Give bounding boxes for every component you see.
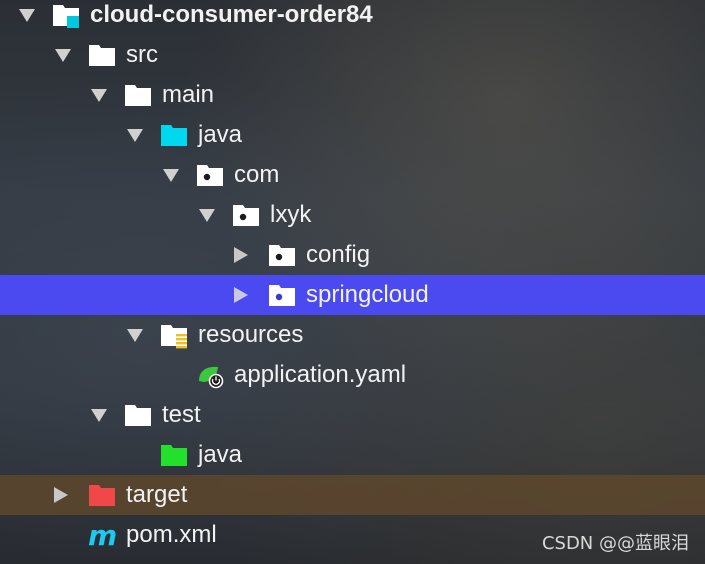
folder-icon [89,45,115,66]
collapsed-arrow-icon[interactable] [232,246,250,264]
tree-row-lxyk[interactable]: lxyk [0,195,705,235]
pom-xml-label: pom.xml [126,521,217,548]
tree-row-config[interactable]: config [0,235,705,275]
tree-row-target[interactable]: target [0,475,705,515]
expanded-arrow-icon[interactable] [18,6,36,24]
folder-icon [125,405,151,426]
module-folder-icon [53,5,79,28]
test-java-folder-label: java [198,441,243,468]
collapsed-arrow-icon[interactable] [232,286,250,304]
tree-row-resources[interactable]: resources [0,315,705,355]
src-folder-label: src [126,41,158,68]
watermark: CSDN @@蓝眼泪 [541,533,689,554]
root-module-label: cloud-consumer-order84 [90,1,373,28]
expanded-arrow-icon[interactable] [90,86,108,104]
excluded-folder-icon [89,485,115,506]
config-package-label: config [306,241,371,268]
expanded-arrow-icon[interactable] [90,406,108,424]
springcloud-package-label: springcloud [306,281,429,308]
test-source-folder-icon [161,445,187,466]
resources-folder-label: resources [198,321,304,348]
target-folder-label: target [126,481,188,508]
project-tree: cloud-consumer-order84 src main java com… [0,0,705,564]
application-yaml-label: application.yaml [234,361,407,388]
tree-row-test-java[interactable]: java [0,435,705,475]
expanded-arrow-icon[interactable] [126,126,144,144]
spring-boot-config-icon [199,366,224,389]
package-icon [197,165,223,186]
lxyk-package-label: lxyk [270,201,312,228]
expanded-arrow-icon[interactable] [162,166,180,184]
expanded-arrow-icon[interactable] [54,46,72,64]
tree-row-root[interactable]: cloud-consumer-order84 [0,0,705,35]
source-root-folder-icon [161,125,187,146]
package-icon [269,285,295,306]
package-icon [269,245,295,266]
resources-folder-icon [161,325,187,349]
maven-icon: m [88,521,116,549]
expanded-arrow-icon[interactable] [126,326,144,344]
test-folder-label: test [162,401,201,428]
svg-text:m: m [88,521,116,549]
expanded-arrow-icon[interactable] [198,206,216,224]
tree-row-springcloud[interactable]: springcloud [0,275,705,315]
java-folder-label: java [198,121,243,148]
tree-row-java[interactable]: java [0,115,705,155]
tree-row-main[interactable]: main [0,75,705,115]
tree-row-test[interactable]: test [0,395,705,435]
main-folder-label: main [162,81,215,108]
package-icon [233,205,259,226]
collapsed-arrow-icon[interactable] [52,486,70,504]
tree-row-com[interactable]: com [0,155,705,195]
tree-row-src[interactable]: src [0,35,705,75]
com-package-label: com [234,161,280,188]
tree-row-application-yaml[interactable]: application.yaml [0,355,705,395]
folder-icon [125,85,151,106]
